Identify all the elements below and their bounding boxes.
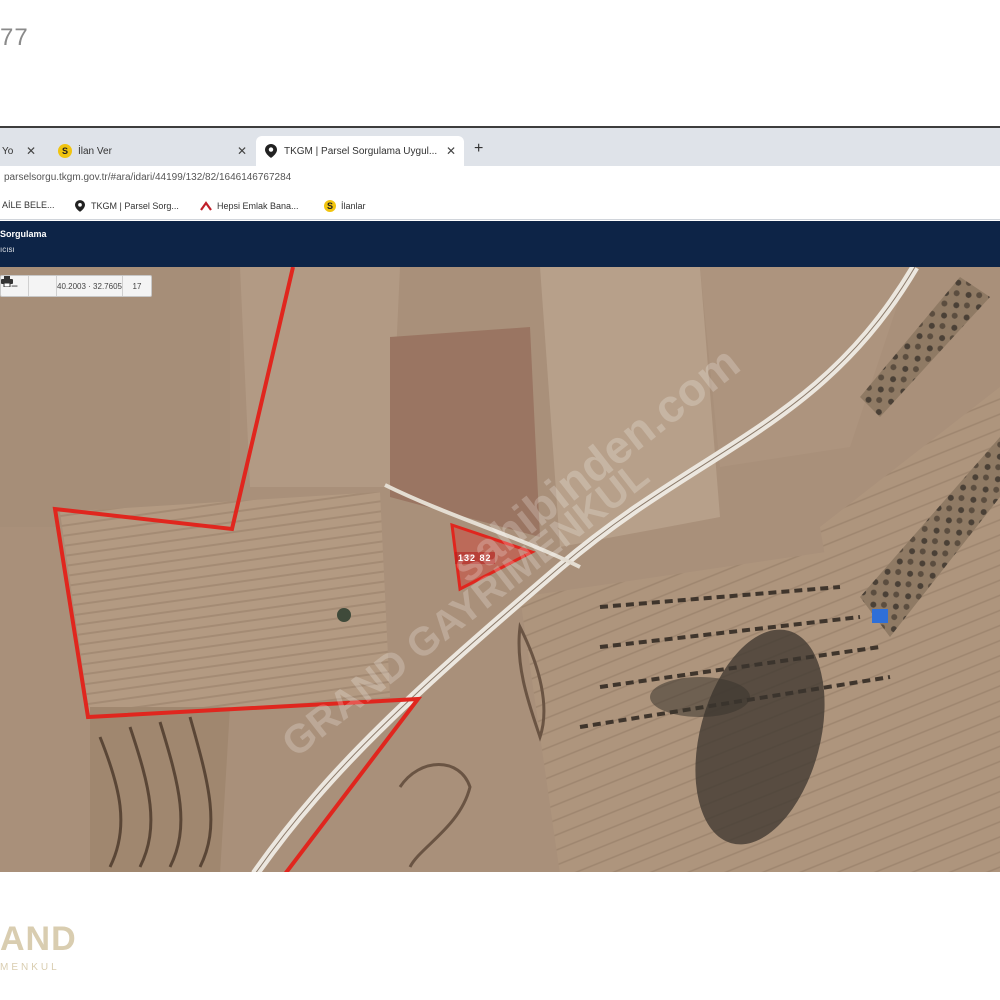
bookmarks-bar: AİLE BELE... TKGM | Parsel Sorg... Hepsi…	[0, 192, 1000, 220]
close-icon[interactable]: ✕	[446, 144, 456, 158]
screenshot-page: 77 Yo ✕ S İlan Ver ✕ TKGM | Parsel Sorgu…	[0, 0, 1000, 1000]
brand-logo-text: AND	[0, 920, 77, 958]
print-button[interactable]	[1, 276, 57, 296]
map-pin-icon	[74, 200, 86, 212]
bookmark-label: TKGM | Parsel Sorg...	[91, 201, 179, 211]
bookmark-hepsiemlak[interactable]: Hepsi Emlak Bana...	[200, 200, 299, 212]
brand-logo-subtext: MENKUL	[0, 962, 60, 973]
satellite-map[interactable]: − 40.2003 · 32.7605 17 132 82 sahibinden…	[0, 267, 1000, 872]
tab-tkgm[interactable]: TKGM | Parsel Sorgulama Uygul... ✕	[256, 136, 464, 166]
app-subtitle: ıcısı	[0, 245, 15, 254]
tab-label: TKGM | Parsel Sorgulama Uygul...	[284, 145, 438, 157]
bookmark-label: İlanlar	[341, 201, 366, 211]
bookmark-tkgm[interactable]: TKGM | Parsel Sorg...	[74, 200, 179, 212]
print-icon	[1, 276, 13, 287]
app-title: Sorgulama	[0, 229, 47, 239]
close-icon[interactable]: ✕	[237, 144, 247, 158]
bookmark-aile-bele[interactable]: AİLE BELE...	[2, 200, 55, 210]
address-bar[interactable]: parselsorgu.tkgm.gov.tr/#ara/idari/44199…	[0, 166, 1000, 192]
map-pin-icon	[264, 144, 278, 158]
app-header: Sorgulama ıcısı	[0, 221, 1000, 267]
bookmark-label: Hepsi Emlak Bana...	[217, 201, 299, 211]
map-toolbar: − 40.2003 · 32.7605 17	[0, 275, 152, 297]
tab-ilan-ver[interactable]: S İlan Ver ✕	[50, 136, 255, 166]
tab-partial[interactable]: Yo ✕	[0, 136, 44, 166]
tab-label: İlan Ver	[78, 145, 112, 157]
coordinate-readout: 40.2003 · 32.7605	[57, 276, 123, 296]
listing-number: 77	[0, 24, 29, 51]
bookmark-label: AİLE BELE...	[2, 200, 55, 210]
new-tab-button[interactable]: +	[474, 140, 483, 158]
close-icon[interactable]: ✕	[26, 144, 36, 158]
sahibinden-icon: S	[58, 144, 72, 158]
url-text[interactable]: parselsorgu.tkgm.gov.tr/#ara/idari/44199…	[4, 172, 291, 183]
sahibinden-icon: S	[324, 200, 336, 212]
bookmark-ilanlar[interactable]: S İlanlar	[324, 200, 366, 212]
zoom-level: 17	[132, 281, 142, 291]
browser-window: Yo ✕ S İlan Ver ✕ TKGM | Parsel Sorgulam…	[0, 126, 1000, 872]
parcel-number-label: 132 82	[455, 552, 495, 564]
tab-strip: Yo ✕ S İlan Ver ✕ TKGM | Parsel Sorgulam…	[0, 128, 1000, 166]
hepsiemlak-icon	[200, 200, 212, 212]
satellite-imagery	[0, 267, 1000, 872]
tab-label: Yo	[2, 145, 14, 157]
